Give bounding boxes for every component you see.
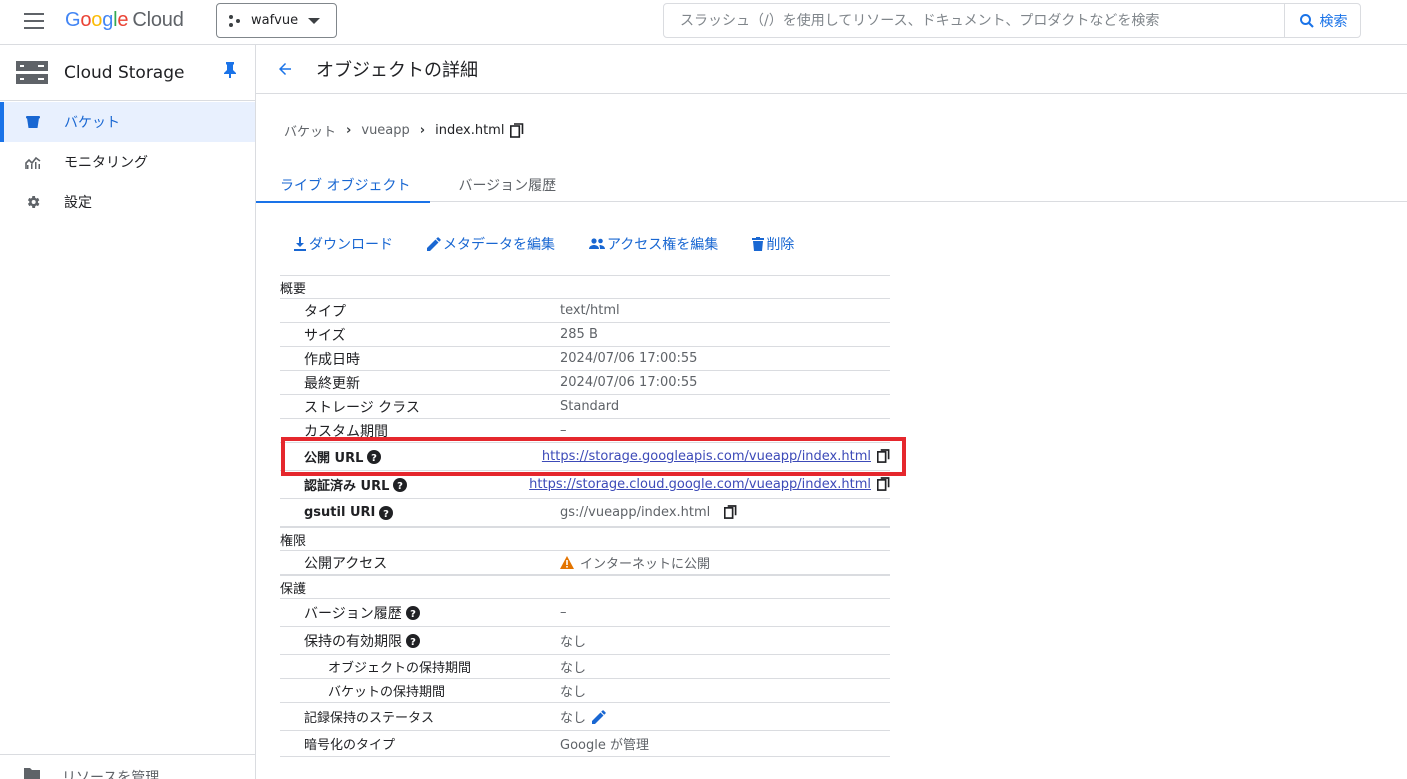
table-row: タイプ text/html (280, 299, 890, 323)
svg-text:?: ? (371, 453, 377, 464)
section-protection: 保護 (280, 575, 890, 599)
search-bar: 検索 (663, 3, 1361, 38)
section-permissions: 権限 (280, 527, 890, 551)
table-row: サイズ 285 B (280, 323, 890, 347)
table-row-public-url: 公開 URL? https://storage.googleapis.com/v… (280, 443, 890, 471)
project-name: wafvue (251, 13, 299, 28)
pin-icon[interactable] (223, 62, 237, 78)
page-header: オブジェクトの詳細 (256, 45, 1407, 94)
chevron-right-icon: › (419, 123, 426, 138)
top-bar: GoogleCloud wafvue 検索 (0, 0, 1407, 45)
object-details-table: 概要 タイプ text/html サイズ 285 B 作成日時 2024/07/06 … (280, 275, 890, 757)
table-row: ストレージ クラス Standard (280, 395, 890, 419)
breadcrumb-object: index.html (435, 123, 505, 138)
sidebar-item-manage-resources[interactable]: リソースを管理 (0, 754, 256, 779)
help-icon[interactable]: ? (405, 605, 420, 620)
sidebar-item-buckets[interactable]: バケット (0, 102, 255, 142)
table-row: 記録保持のステータス なし (280, 703, 890, 731)
table-row: 最終更新 2024/07/06 17:00:55 (280, 371, 890, 395)
gear-icon (24, 193, 42, 211)
copy-icon[interactable] (877, 449, 890, 464)
copy-icon[interactable] (877, 477, 890, 492)
table-row: 公開アクセス インターネットに公開 (280, 551, 890, 575)
authenticated-url-link[interactable]: https://storage.cloud.google.com/vueapp/… (529, 477, 871, 492)
svg-text:?: ? (410, 609, 416, 620)
people-icon (589, 238, 605, 249)
table-row-authenticated-url: 認証済み URL? https://storage.cloud.google.c… (280, 471, 890, 499)
pencil-icon[interactable] (592, 709, 606, 724)
download-button[interactable]: ダウンロード (293, 234, 393, 254)
sidebar-item-monitoring[interactable]: モニタリング (0, 142, 255, 182)
bucket-icon (24, 113, 42, 131)
svg-text:?: ? (383, 509, 389, 520)
public-url-link[interactable]: https://storage.googleapis.com/vueapp/in… (542, 449, 871, 464)
google-cloud-logo[interactable]: Google Cloud (65, 9, 184, 32)
tab-bar: ライブ オブジェクト バージョン履歴 (256, 163, 1407, 203)
copy-icon[interactable] (510, 122, 524, 139)
sidebar-header: Cloud Storage (0, 45, 255, 101)
edit-access-button[interactable]: アクセス権を編集 (589, 234, 718, 254)
menu-icon[interactable] (24, 13, 44, 29)
svg-text:?: ? (410, 637, 416, 648)
table-row: オブジェクトの保持期間 なし (280, 655, 890, 679)
breadcrumb: バケット › vueapp › index.html (284, 121, 524, 140)
sidebar: Cloud Storage バケット モニタリング 設定 リソースを管理 (0, 45, 256, 779)
chevron-down-icon (308, 17, 321, 24)
tab-live-object[interactable]: ライブ オブジェクト (256, 163, 431, 203)
help-icon[interactable]: ? (406, 633, 420, 648)
search-button[interactable]: 検索 (1284, 4, 1360, 37)
project-selector[interactable]: wafvue (216, 3, 337, 38)
table-row: バケットの保持期間 なし (280, 679, 890, 703)
table-row: 保持の有効期限? なし (280, 627, 890, 655)
section-overview: 概要 (280, 275, 890, 299)
table-row: バージョン履歴? – (280, 599, 890, 627)
help-icon[interactable]: ? (393, 477, 408, 492)
download-icon (294, 237, 306, 251)
page-title: オブジェクトの詳細 (316, 60, 478, 81)
table-row: 作成日時 2024/07/06 17:00:55 (280, 347, 890, 371)
search-icon (1299, 13, 1314, 28)
pencil-icon (427, 237, 441, 251)
warning-icon (560, 556, 574, 569)
storage-icon (16, 60, 48, 84)
sidebar-item-settings[interactable]: 設定 (0, 182, 255, 222)
breadcrumb-bucket[interactable]: vueapp (361, 123, 409, 138)
delete-button[interactable]: 削除 (752, 234, 794, 254)
table-row: 暗号化のタイプ Google が管理 (280, 731, 890, 757)
folder-icon (24, 767, 40, 779)
tab-version-history[interactable]: バージョン履歴 (430, 163, 576, 202)
table-row: カスタム期間 – (280, 419, 890, 443)
chevron-right-icon: › (346, 123, 352, 138)
search-input[interactable] (664, 4, 1284, 37)
copy-icon[interactable] (724, 505, 737, 520)
main-content: オブジェクトの詳細 バケット › vueapp › index.html ライブ… (256, 45, 1407, 779)
breadcrumb-buckets[interactable]: バケット (284, 121, 336, 140)
help-icon[interactable]: ? (379, 505, 394, 520)
edit-metadata-button[interactable]: メタデータを編集 (427, 234, 555, 254)
monitoring-icon (24, 153, 42, 171)
table-row-gsutil-uri: gsutil URI? gs://vueapp/index.html (280, 499, 890, 527)
project-icon (229, 14, 241, 27)
svg-text:?: ? (397, 481, 403, 492)
product-title: Cloud Storage (64, 62, 185, 83)
trash-icon (752, 237, 765, 251)
back-arrow-icon[interactable] (276, 60, 294, 78)
help-icon[interactable]: ? (367, 449, 382, 464)
action-bar: ダウンロード メタデータを編集 アクセス権を編集 削除 (293, 234, 828, 254)
